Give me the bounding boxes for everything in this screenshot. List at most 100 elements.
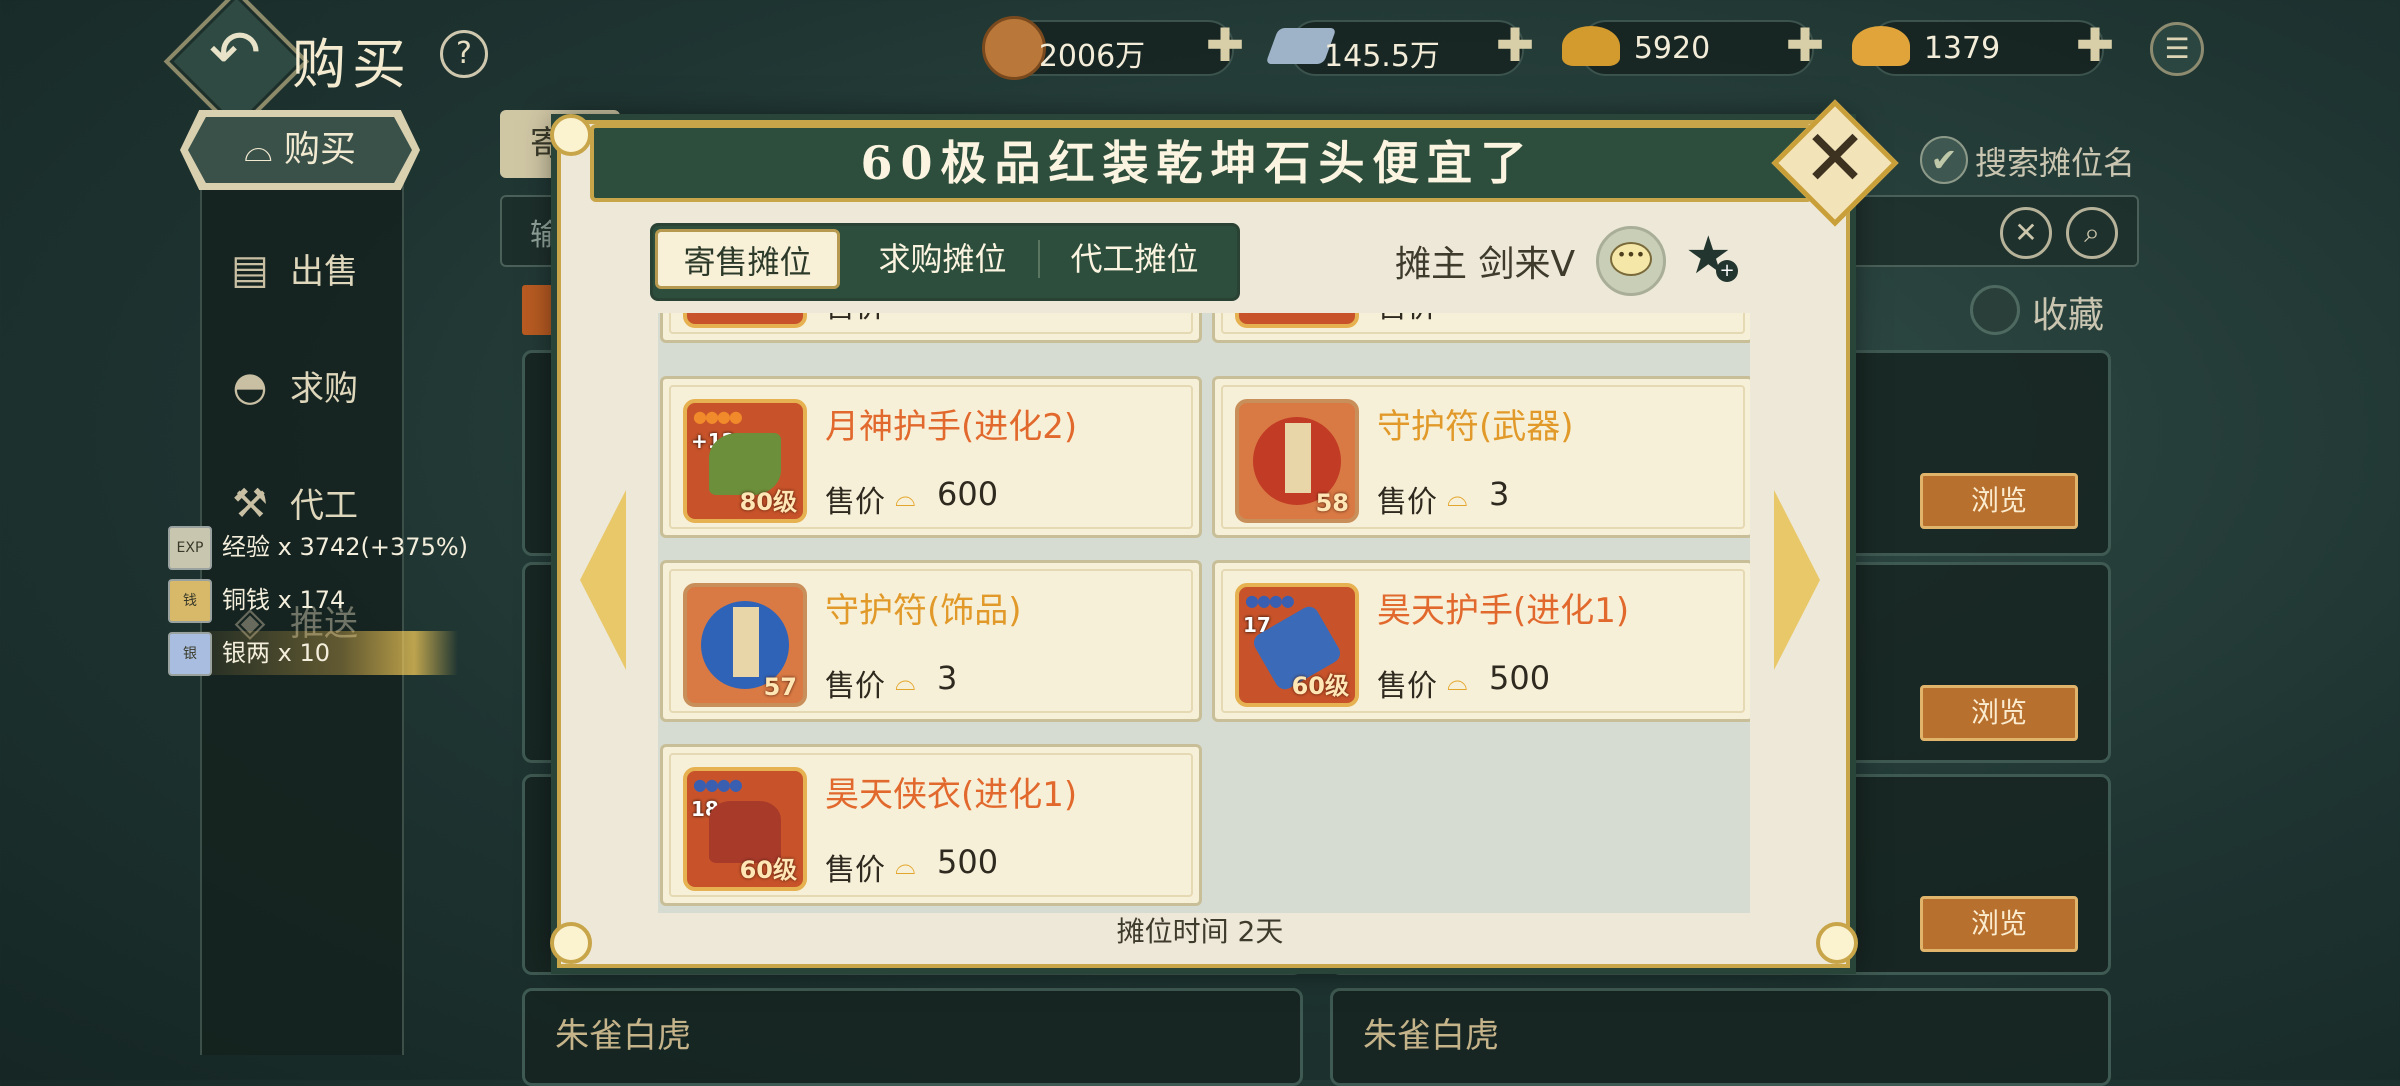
add-silver-button[interactable]: ✚ xyxy=(1486,16,1544,74)
corner-ornament xyxy=(550,114,592,156)
item-price: 500 xyxy=(1489,659,1551,697)
nav-buy-button[interactable]: ⌓ 购买 xyxy=(188,117,412,183)
currency-value: 1379 xyxy=(1923,31,2001,66)
currency-silver: 145.5万 ✚ xyxy=(1265,18,1534,76)
modal-title: 60极品红装乾坤石头便宜了 xyxy=(860,136,1535,190)
item-icon xyxy=(1235,313,1359,328)
corner-ornament xyxy=(1816,922,1858,964)
item-card[interactable]: ●●●● +12 80级 月神护手(进化2) 售价 ⌓ 600 xyxy=(660,376,1202,538)
silver-ingot-icon: 银 xyxy=(168,632,212,676)
item-name: 昊天护手(进化1) xyxy=(1377,591,1630,631)
currency-value: 145.5万 xyxy=(1324,39,1440,74)
item-level: 60级 xyxy=(739,856,797,884)
bg-card-title: 朱雀白虎 xyxy=(1363,1016,1499,1056)
item-icon: ●●●● +12 80级 xyxy=(683,399,807,523)
item-name: 守护符(饰品) xyxy=(825,591,1022,631)
item-price: 3 xyxy=(937,659,958,697)
check-label-stall: 搜索摊位名 xyxy=(1975,144,2136,182)
prev-page-arrow-icon[interactable] xyxy=(580,490,626,670)
item-card[interactable]: ●●●● 17 60级 昊天护手(进化1) 售价 ⌓ 500 xyxy=(1212,560,1750,722)
browse-button[interactable]: 浏览 xyxy=(1920,685,2078,741)
item-name: 守护符(武器) xyxy=(1377,407,1574,447)
nav-item-request[interactable]: ◓ 求购 xyxy=(220,357,390,417)
chat-bubble-icon[interactable]: ••• xyxy=(1610,242,1652,276)
add-bound-gold-button[interactable]: ✚ xyxy=(2066,16,2124,74)
item-level: 57 xyxy=(763,673,797,701)
currency-bound-gold: 1379 ✚ xyxy=(1852,18,2114,76)
item-icon: 58 xyxy=(1235,399,1359,523)
browse-button[interactable]: 浏览 xyxy=(1920,896,2078,952)
close-icon[interactable]: ✕ xyxy=(1790,114,1880,204)
copper-coin-icon: 钱 xyxy=(168,579,212,623)
browse-button[interactable]: 浏览 xyxy=(1920,473,2078,529)
talisman-paper xyxy=(733,607,759,677)
tab-craft-stall[interactable]: 代工摊位 xyxy=(1042,229,1227,289)
item-card[interactable]: 售价 ⌓ 150 xyxy=(1212,313,1750,343)
favorite-label: 收藏 xyxy=(2032,295,2105,336)
next-page-arrow-icon[interactable] xyxy=(1774,490,1820,670)
item-card[interactable]: 57 守护符(饰品) 售价 ⌓ 3 xyxy=(660,560,1202,722)
item-level: 60级 xyxy=(1291,672,1349,700)
ingot-icon: ⌓ xyxy=(244,129,284,170)
page-title: 购买 xyxy=(292,33,412,96)
add-favorite-plus-icon[interactable]: + xyxy=(1716,260,1738,282)
item-icon xyxy=(683,313,807,328)
reward-copper: 钱铜钱 x 174 xyxy=(168,578,345,623)
reward-silver: 银银两 x 10 xyxy=(168,631,458,676)
gem-slots: ●●●● xyxy=(693,407,743,426)
tab-request-stall[interactable]: 求购摊位 xyxy=(850,229,1035,289)
item-price: 888 xyxy=(937,313,998,318)
owner-name: 剑来V xyxy=(1478,244,1576,285)
bg-card-title: 朱雀白虎 xyxy=(555,1016,691,1056)
back-arrow-icon[interactable]: ↶ xyxy=(205,18,265,88)
item-level: 80级 xyxy=(739,488,797,516)
clear-icon[interactable]: ✕ xyxy=(2000,207,2052,259)
item-list[interactable]: 售价 ⌓ 888 售价 ⌓ 150 ●●●● +12 80级 月神护手(进化2)… xyxy=(658,313,1750,913)
search-icon[interactable]: ⌕ xyxy=(2066,207,2118,259)
favorite-radio[interactable] xyxy=(1970,285,2020,335)
add-gold-button[interactable]: ✚ xyxy=(1776,16,1834,74)
currency-value: 2006万 xyxy=(1038,39,1146,74)
tab-consign-stall[interactable]: 寄售摊位 xyxy=(655,229,840,289)
bg-search-placeholder: 输 xyxy=(530,218,560,253)
menu-list-icon[interactable]: ☰ xyxy=(2150,22,2204,76)
item-icon: 57 xyxy=(683,583,807,707)
item-price: 3 xyxy=(1489,475,1510,513)
stall-time: 摊位时间 2天 xyxy=(1116,915,1284,948)
item-card[interactable]: 售价 ⌓ 888 xyxy=(660,313,1202,343)
gem-slots: ●●●● xyxy=(693,775,743,794)
item-card[interactable]: ●●●● 18 60级 昊天侠衣(进化1) 售价 ⌓ 500 xyxy=(660,744,1202,906)
item-icon: ●●●● 18 60级 xyxy=(683,767,807,891)
request-icon: ◓ xyxy=(232,364,268,410)
currency-gold: 5920 ✚ xyxy=(1562,18,1824,76)
gold-ingot-icon: ⌓ xyxy=(1447,667,1468,697)
talisman-paper xyxy=(1285,423,1311,493)
item-level: 58 xyxy=(1315,489,1349,517)
nav-item-sell[interactable]: ▤ 出售 xyxy=(220,240,390,300)
item-name: 月神护手(进化2) xyxy=(825,407,1078,447)
gold-ingot-icon: ⌓ xyxy=(1447,313,1468,319)
gold-ingot-icon: ⌓ xyxy=(1447,483,1468,513)
exp-icon: EXP xyxy=(168,526,212,570)
gold-ingot-icon: ⌓ xyxy=(895,313,916,319)
stall-owner: 摊主 剑来V xyxy=(1395,244,1576,285)
item-icon: ●●●● 17 60级 xyxy=(1235,583,1359,707)
bg-filter-tag[interactable] xyxy=(522,285,562,335)
reward-exp: EXP 经验 x 3742(+375%) xyxy=(168,525,468,570)
gold-ingot-icon: ⌓ xyxy=(895,483,916,513)
checkbox-search-stall[interactable]: ✔ xyxy=(1920,136,1968,184)
sell-icon: ▤ xyxy=(231,247,269,293)
item-price: 150 xyxy=(1489,313,1550,318)
currency-value: 5920 xyxy=(1633,31,1711,66)
item-price: 500 xyxy=(937,843,999,881)
corner-ornament xyxy=(550,922,592,964)
add-copper-button[interactable]: ✚ xyxy=(1196,16,1254,74)
currency-copper: 2006万 ✚ xyxy=(982,16,1244,80)
help-button[interactable]: ? xyxy=(440,30,488,78)
gem-slots: ●●●● xyxy=(1245,591,1295,610)
gold-ingot-icon: ⌓ xyxy=(895,667,916,697)
item-card[interactable]: 58 守护符(武器) 售价 ⌓ 3 xyxy=(1212,376,1750,538)
tab-divider xyxy=(1038,240,1040,278)
item-name: 昊天侠衣(进化1) xyxy=(825,775,1078,815)
item-price: 600 xyxy=(937,475,999,513)
